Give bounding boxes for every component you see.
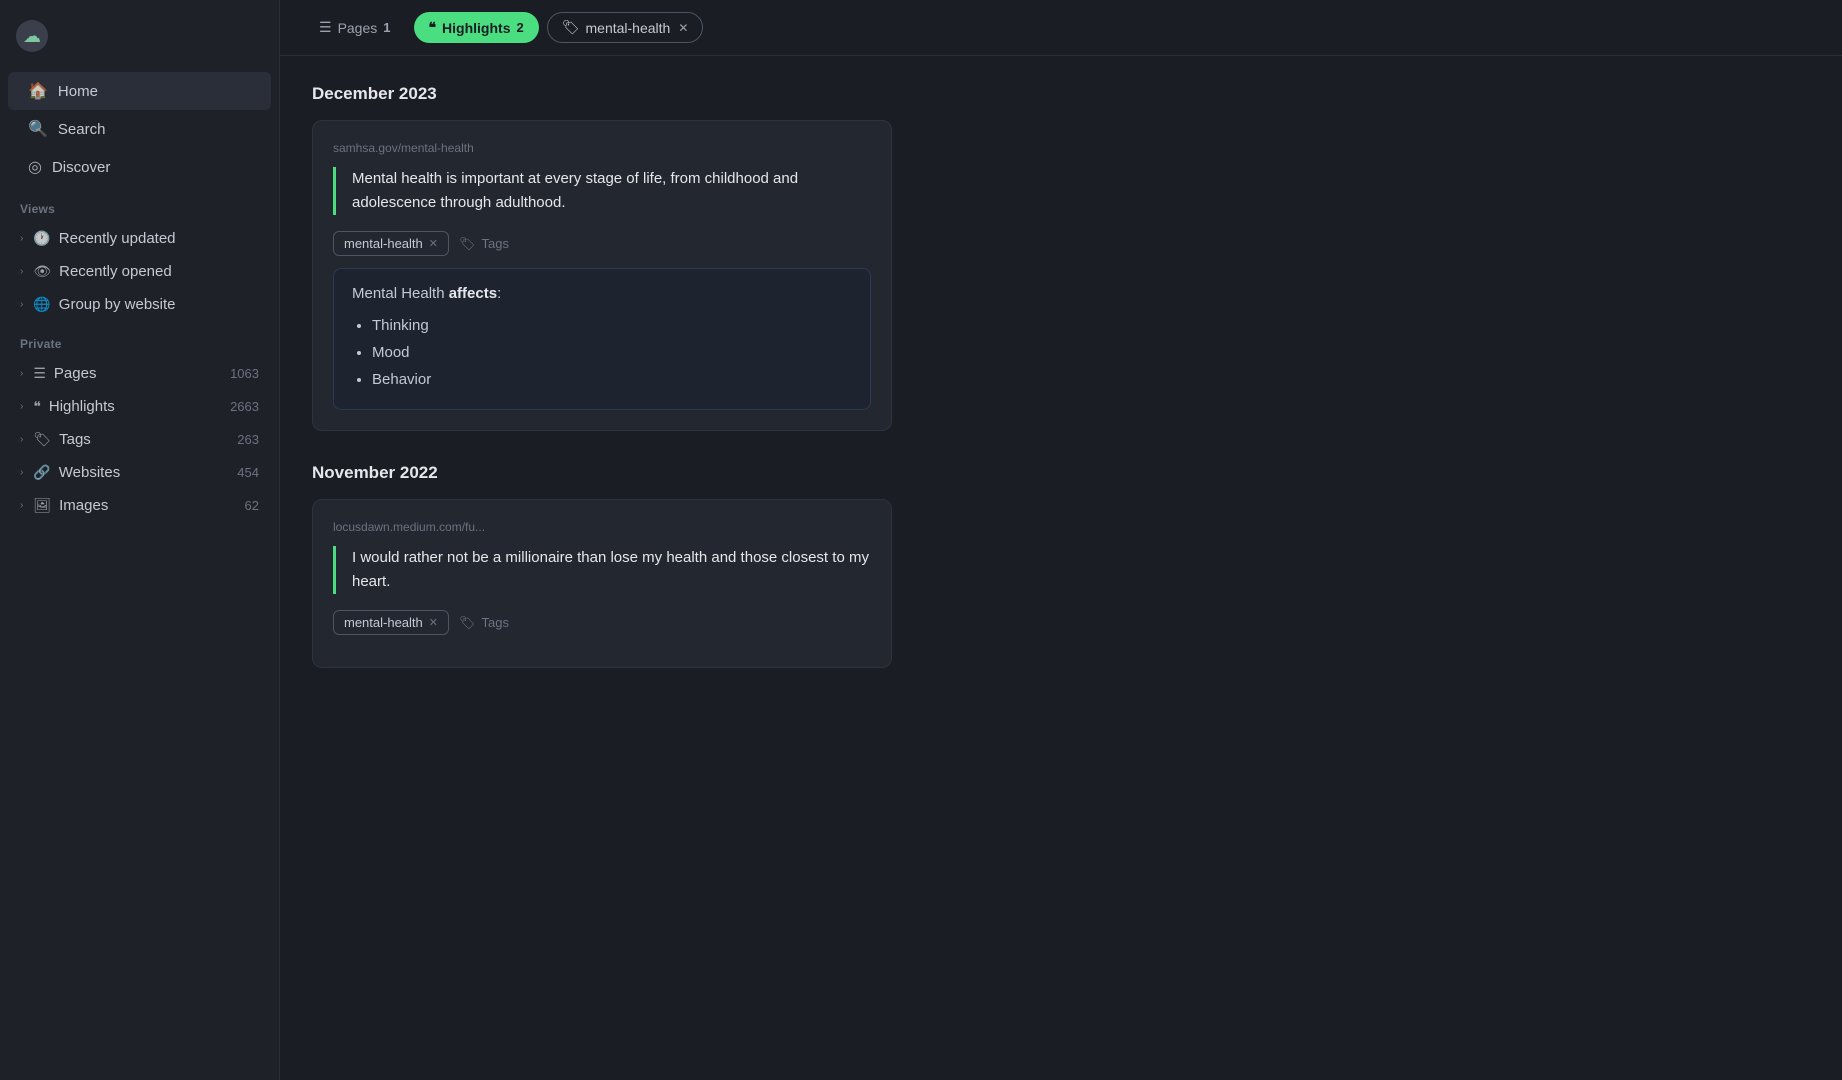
pages-tab-icon: ☰ (319, 19, 332, 36)
tags-count: 263 (237, 432, 259, 447)
recently-updated-label: Recently updated (59, 230, 176, 247)
pages-icon: ☰ (33, 365, 46, 382)
highlights-label: Highlights (49, 398, 115, 415)
tab-pages[interactable]: ☰ Pages 1 (304, 12, 406, 43)
chevron-highlights: › (20, 401, 23, 412)
highlights-tab-icon: ❝ (429, 19, 437, 36)
highlights-tab-count: 2 (516, 20, 523, 35)
add-tag-button-2[interactable]: 🏷 Tags (459, 615, 509, 631)
add-tag-button-1[interactable]: 🏷 Tags (459, 236, 509, 252)
chevron-websites: › (20, 467, 23, 478)
note-box-1: Mental Health affects: Thinking Mood Beh… (333, 268, 871, 410)
recently-opened-label: Recently opened (59, 263, 172, 280)
chevron-pages: › (20, 368, 23, 379)
note-item-behavior: Behavior (372, 366, 852, 393)
images-icon: 🖼 (33, 497, 51, 514)
note-box-title-1: Mental Health affects: (352, 285, 852, 302)
views-section-label: Views (0, 186, 279, 222)
highlight-quote-2: I would rather not be a millionaire than… (333, 546, 871, 594)
section-november-2022: November 2022 locusdawn.medium.com/fu...… (312, 463, 1810, 668)
nav-home[interactable]: 🏠 Home (8, 72, 271, 110)
sidebar-item-tags[interactable]: › 🏷 Tags 263 (0, 423, 279, 456)
logo-area: ☁ (0, 12, 279, 72)
pages-label: Pages (54, 365, 97, 382)
group-by-website-icon: 🌐 (33, 296, 50, 313)
websites-label: Websites (59, 464, 120, 481)
private-section-label: Private (0, 321, 279, 357)
tag-chip-close-2[interactable]: ✕ (429, 616, 438, 629)
images-count: 62 (245, 498, 259, 513)
tags-icon: 🏷 (33, 431, 51, 448)
recently-opened-icon: 👁 (33, 263, 51, 280)
card-tags-2: mental-health ✕ 🏷 Tags (333, 610, 871, 635)
chevron-group-by-website: › (20, 299, 23, 310)
add-tag-label-2: Tags (482, 615, 509, 630)
active-tag-filter[interactable]: 🏷 mental-health ✕ (547, 12, 704, 43)
nav-search[interactable]: 🔍 Search (8, 110, 271, 148)
sidebar-item-recently-updated[interactable]: › 🕐 Recently updated (0, 222, 279, 255)
tag-filter-close[interactable]: ✕ (678, 21, 688, 35)
tag-chip-label-1: mental-health (344, 236, 423, 251)
sidebar-item-images[interactable]: › 🖼 Images 62 (0, 489, 279, 522)
section-date-1: December 2023 (312, 84, 1810, 104)
note-list-1: Thinking Mood Behavior (352, 312, 852, 393)
sidebar-item-recently-opened[interactable]: › 👁 Recently opened (0, 255, 279, 288)
note-item-thinking: Thinking (372, 312, 852, 339)
tag-chip-close-1[interactable]: ✕ (429, 237, 438, 250)
main-content: ☰ Pages 1 ❝ Highlights 2 🏷 mental-health… (280, 0, 1842, 1080)
chevron-recently-opened: › (20, 266, 23, 277)
chevron-tags: › (20, 434, 23, 445)
add-tag-icon-2: 🏷 (459, 615, 476, 631)
chevron-images: › (20, 500, 23, 511)
highlight-card-1: samhsa.gov/mental-health Mental health i… (312, 120, 892, 431)
highlight-quote-1: Mental health is important at every stag… (333, 167, 871, 215)
sidebar-item-highlights[interactable]: › ❝ Highlights 2663 (0, 390, 279, 423)
tag-chip-mental-health-2[interactable]: mental-health ✕ (333, 610, 449, 635)
discover-icon: ◎ (28, 157, 42, 177)
recently-updated-icon: 🕐 (33, 230, 50, 247)
tag-chip-mental-health-1[interactable]: mental-health ✕ (333, 231, 449, 256)
note-item-mood: Mood (372, 339, 852, 366)
nav-discover-label: Discover (52, 159, 110, 176)
tag-chip-label-2: mental-health (344, 615, 423, 630)
pages-count: 1063 (230, 366, 259, 381)
pages-tab-count: 1 (383, 20, 390, 35)
card-url-2: locusdawn.medium.com/fu... (333, 520, 871, 534)
home-icon: 🏠 (28, 81, 48, 101)
highlights-count: 2663 (230, 399, 259, 414)
tag-filter-label: mental-health (586, 20, 671, 36)
nav-discover[interactable]: ◎ Discover (8, 148, 271, 186)
sidebar-item-group-by-website[interactable]: › 🌐 Group by website (0, 288, 279, 321)
card-tags-1: mental-health ✕ 🏷 Tags (333, 231, 871, 256)
images-label: Images (59, 497, 108, 514)
highlights-content: December 2023 samhsa.gov/mental-health M… (280, 56, 1842, 1080)
websites-icon: 🔗 (33, 464, 50, 481)
websites-count: 454 (237, 465, 259, 480)
sidebar-item-pages[interactable]: › ☰ Pages 1063 (0, 357, 279, 390)
app-logo: ☁ (16, 20, 48, 52)
section-december-2023: December 2023 samhsa.gov/mental-health M… (312, 84, 1810, 431)
tag-filter-icon: 🏷 (562, 19, 580, 36)
section-date-2: November 2022 (312, 463, 1810, 483)
tab-bar: ☰ Pages 1 ❝ Highlights 2 🏷 mental-health… (280, 0, 1842, 56)
sidebar-item-websites[interactable]: › 🔗 Websites 454 (0, 456, 279, 489)
tags-label: Tags (59, 431, 91, 448)
add-tag-icon-1: 🏷 (459, 236, 476, 252)
card-url-1: samhsa.gov/mental-health (333, 141, 871, 155)
highlights-tab-label: Highlights (442, 20, 510, 36)
sidebar: ☁ 🏠 Home 🔍 Search ◎ Discover Views › 🕐 R… (0, 0, 280, 1080)
highlight-card-2: locusdawn.medium.com/fu... I would rathe… (312, 499, 892, 668)
add-tag-label-1: Tags (482, 236, 509, 251)
search-icon: 🔍 (28, 119, 48, 139)
chevron-recently-updated: › (20, 233, 23, 244)
tab-highlights[interactable]: ❝ Highlights 2 (414, 12, 539, 43)
nav-home-label: Home (58, 83, 98, 100)
nav-search-label: Search (58, 121, 106, 138)
highlights-icon: ❝ (33, 398, 41, 415)
group-by-website-label: Group by website (59, 296, 176, 313)
pages-tab-label: Pages (338, 20, 378, 36)
